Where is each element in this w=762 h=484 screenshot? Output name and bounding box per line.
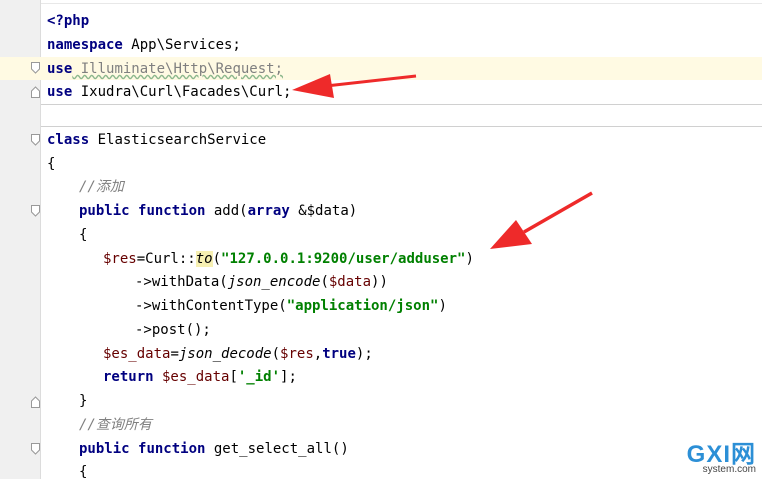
red-arrow-icon [292,74,417,98]
site-watermark: GXI网 system.com [660,434,762,479]
annotation-arrows [292,74,593,249]
watermark-site: system.com [702,464,756,475]
red-arrow-icon [490,191,593,249]
